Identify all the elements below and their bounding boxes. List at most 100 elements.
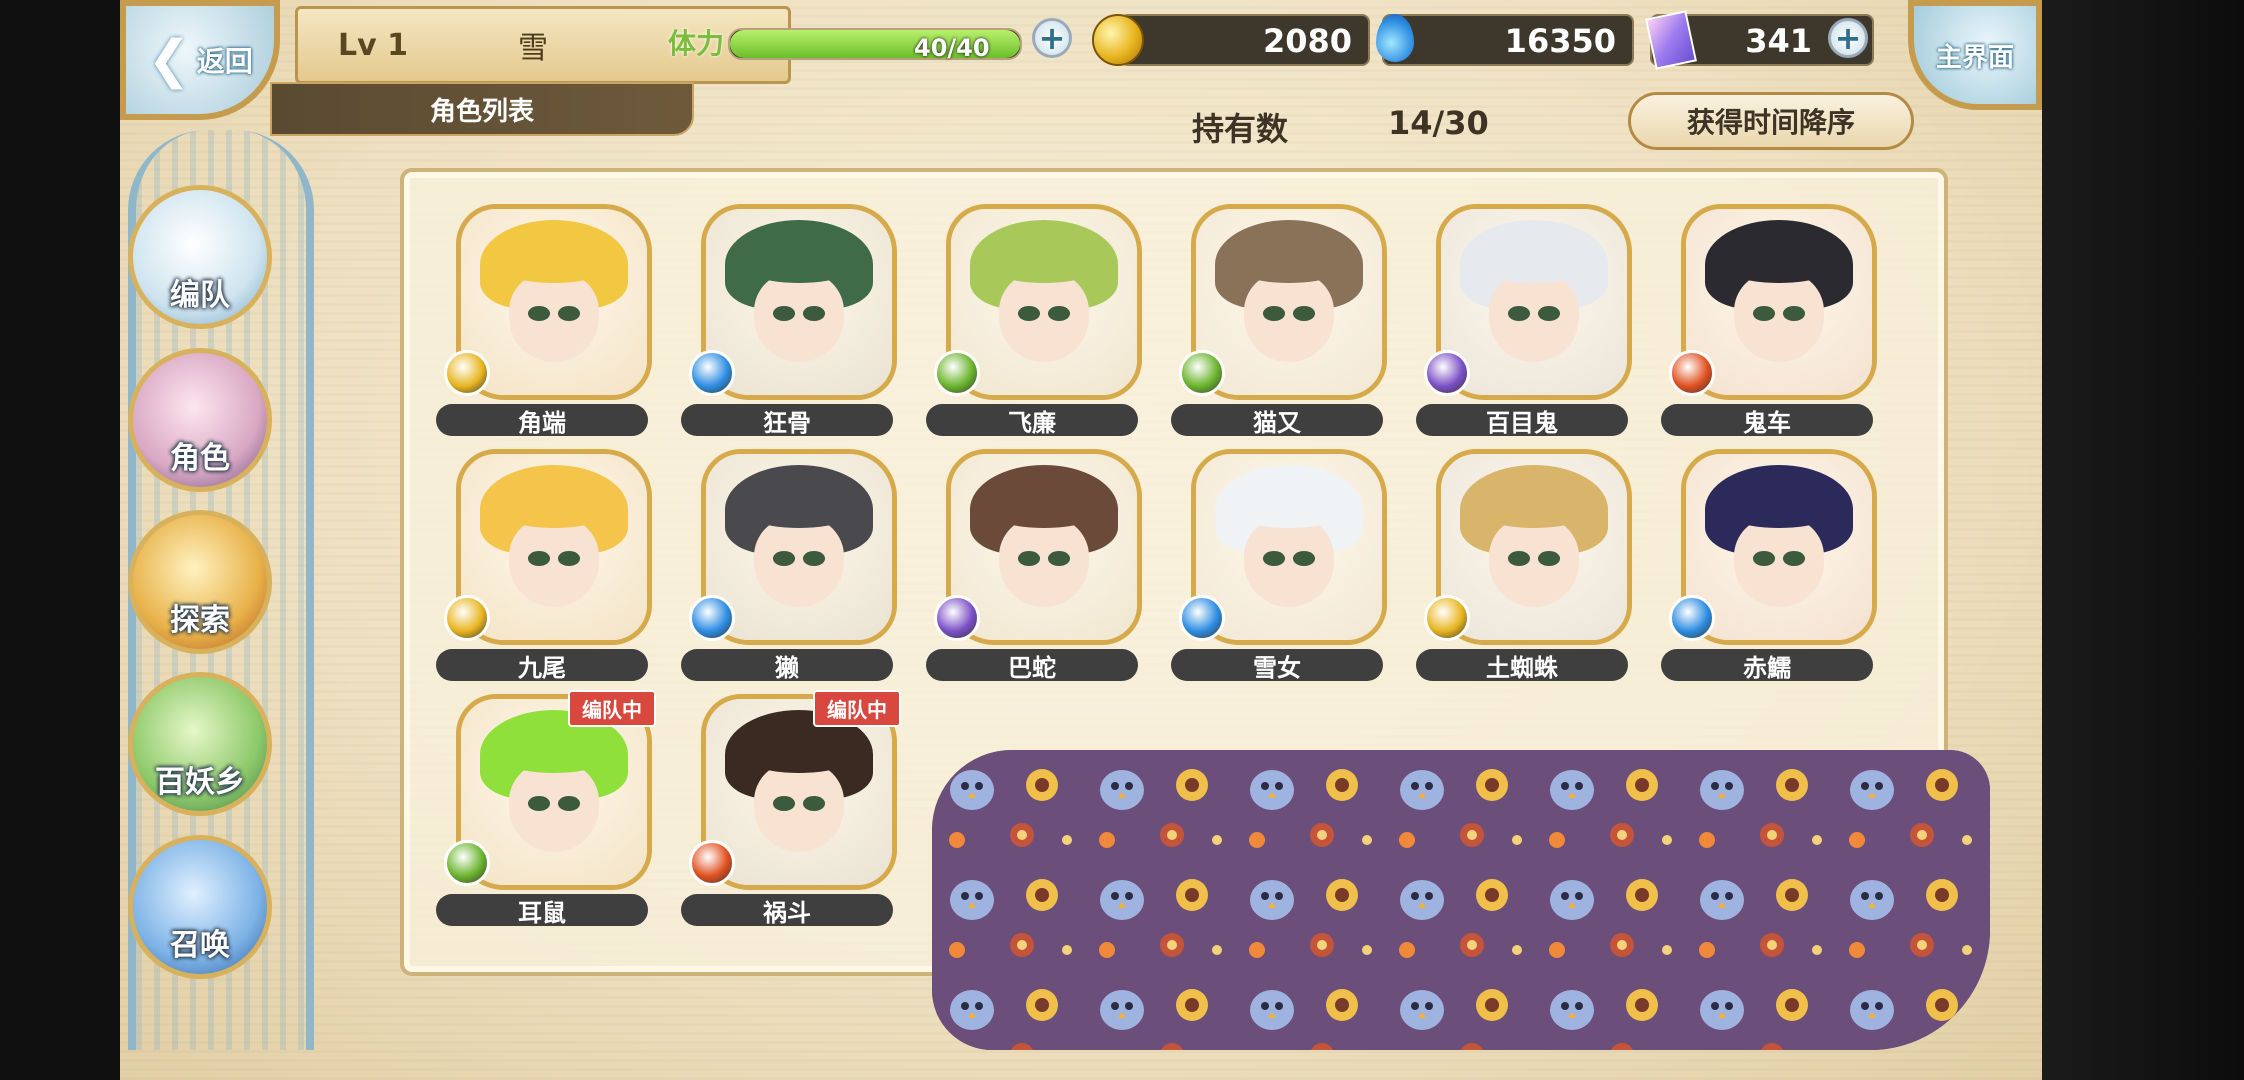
portrait-face — [509, 517, 599, 607]
portrait-eye — [772, 795, 796, 811]
home-label: 主界面 — [1935, 42, 2014, 73]
portrait-face — [1244, 272, 1334, 362]
gem-add-button[interactable]: + — [1828, 18, 1868, 58]
character-name: 祸斗 — [681, 894, 893, 927]
portrait-eye — [802, 550, 826, 566]
sort-button[interactable]: 获得时间降序 — [1628, 92, 1914, 150]
gold-value: 2080 — [1262, 22, 1352, 60]
character-card[interactable]: 獭 — [681, 449, 897, 682]
fire-element-icon — [689, 840, 735, 886]
character-card[interactable]: 耳鼠 编队中 — [436, 690, 656, 927]
water-element-icon — [1669, 595, 1715, 641]
sidebar-item-2[interactable]: 探索 — [128, 510, 272, 654]
portrait-eye — [527, 795, 551, 811]
owned-count-label: 持有数 — [1192, 110, 1289, 148]
portrait-eye — [557, 795, 581, 811]
blue-currency-counter: 16350 — [1382, 14, 1634, 66]
portrait-eye — [1782, 305, 1806, 321]
portrait-eye — [557, 305, 581, 321]
wind-element-icon — [444, 840, 490, 886]
portrait-face — [1734, 517, 1824, 607]
sidebar-item-label: 百妖乡 — [155, 765, 245, 800]
sidebar-item-label: 探索 — [170, 603, 230, 638]
sidebar-item-3[interactable]: 百妖乡 — [128, 672, 272, 816]
character-card[interactable]: 九尾 — [436, 449, 652, 682]
character-card[interactable]: 巴蛇 — [926, 449, 1142, 682]
stamina-add-button[interactable]: + — [1032, 18, 1072, 58]
portrait-eye — [1752, 305, 1776, 321]
character-card[interactable]: 角端 — [436, 204, 652, 437]
character-name: 角端 — [436, 404, 648, 437]
gold-coin-icon — [1092, 14, 1144, 66]
portrait-eye — [1262, 550, 1286, 566]
character-card[interactable]: 雪女 — [1171, 449, 1387, 682]
stamina-meter: 体力 40/40 — [668, 10, 1048, 68]
sidebar-item-4[interactable]: 召唤 — [128, 835, 272, 979]
character-name: 耳鼠 — [436, 894, 648, 927]
portrait-eye — [1292, 305, 1316, 321]
portrait-face — [754, 517, 844, 607]
character-name: 九尾 — [436, 649, 648, 682]
character-card[interactable]: 鬼车 — [1661, 204, 1877, 437]
light-element-icon — [1424, 595, 1470, 641]
portrait-eye — [1017, 305, 1041, 321]
gem-value: 341 — [1745, 22, 1812, 60]
owl-pattern-icon — [932, 750, 1990, 1050]
sidebar-item-label: 角色 — [170, 441, 230, 476]
character-card[interactable]: 赤鱬 — [1661, 449, 1877, 682]
portrait-eye — [1507, 305, 1531, 321]
character-name: 鬼车 — [1661, 404, 1873, 437]
light-element-icon — [444, 350, 490, 396]
character-name: 百目鬼 — [1416, 404, 1628, 437]
portrait-eye — [1537, 305, 1561, 321]
dark-element-icon — [934, 595, 980, 641]
character-name: 土蜘蛛 — [1416, 649, 1628, 682]
stamina-value: 40/40 — [914, 34, 990, 62]
character-card[interactable]: 飞廉 — [926, 204, 1142, 437]
portrait-eye — [1017, 550, 1041, 566]
water-element-icon — [689, 595, 735, 641]
portrait-eye — [802, 795, 826, 811]
portrait-eye — [1782, 550, 1806, 566]
portrait-eye — [557, 550, 581, 566]
sidebar-item-0[interactable]: 编队 — [128, 185, 272, 329]
portrait-face — [1244, 517, 1334, 607]
sidebar-item-label: 召唤 — [170, 928, 230, 963]
gold-counter: 2080 — [1120, 14, 1370, 66]
game-screen: ❮ 返回 Lv 1 雪 角色列表 体力 40/40 + 2080 16350 3… — [120, 0, 2042, 1080]
home-button[interactable]: 主界面 — [1908, 0, 2042, 110]
character-card[interactable]: 祸斗 编队中 — [681, 690, 901, 927]
portrait-face — [1734, 272, 1824, 362]
portrait-face — [754, 762, 844, 852]
in-team-badge: 编队中 — [568, 690, 656, 727]
owned-count-value: 14/30 — [1388, 104, 1489, 142]
character-card[interactable]: 猫又 — [1171, 204, 1387, 437]
water-element-icon — [689, 350, 735, 396]
page-title: 角色列表 — [270, 82, 694, 136]
portrait-eye — [1292, 550, 1316, 566]
back-arrow-icon: ❮ — [147, 30, 191, 90]
portrait-eye — [1262, 305, 1286, 321]
portrait-face — [999, 272, 1089, 362]
character-name: 巴蛇 — [926, 649, 1138, 682]
portrait-eye — [1507, 550, 1531, 566]
left-black-bar — [0, 0, 120, 1080]
portrait-face — [509, 272, 599, 362]
character-card[interactable]: 狂骨 — [681, 204, 897, 437]
owl-pattern-sticker — [932, 750, 1990, 1050]
back-button[interactable]: ❮ 返回 — [120, 0, 280, 120]
character-card[interactable]: 土蜘蛛 — [1416, 449, 1632, 682]
character-card[interactable]: 百目鬼 — [1416, 204, 1632, 437]
portrait-eye — [1537, 550, 1561, 566]
portrait-face — [1489, 272, 1579, 362]
dark-element-icon — [1424, 350, 1470, 396]
sidebar-item-1[interactable]: 角色 — [128, 348, 272, 492]
light-element-icon — [444, 595, 490, 641]
player-name: 雪 — [518, 31, 548, 66]
fire-element-icon — [1669, 350, 1715, 396]
back-label: 返回 — [196, 45, 253, 78]
sidebar-item-label: 编队 — [170, 278, 230, 313]
blue-currency-value: 16350 — [1504, 22, 1616, 60]
wind-element-icon — [934, 350, 980, 396]
portrait-eye — [527, 305, 551, 321]
